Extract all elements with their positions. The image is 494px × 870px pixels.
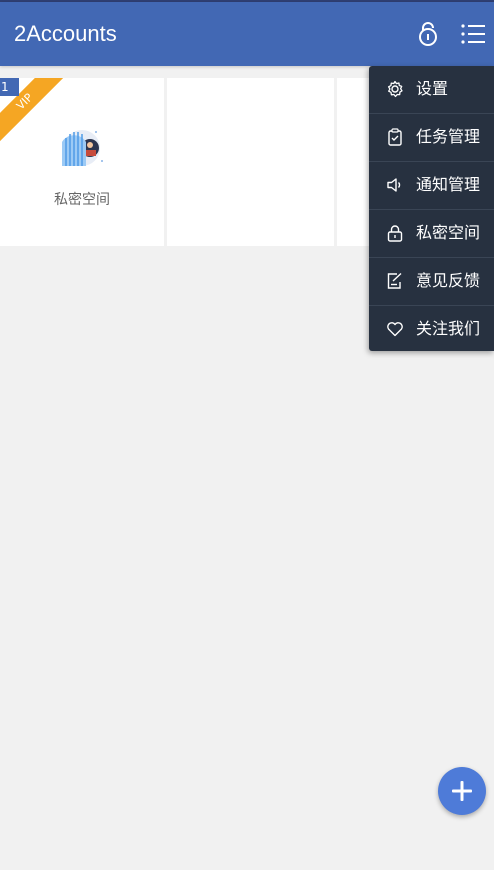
menu-item-private-space[interactable]: 私密空间 (369, 210, 494, 258)
clipboard-icon (388, 128, 402, 146)
gear-icon (387, 80, 403, 98)
overflow-menu: 设置 任务管理 通知管理 私密空间 意见反馈 关注我们 (369, 66, 494, 351)
menu-item-label: 意见反馈 (416, 271, 481, 290)
empty-tile[interactable] (167, 78, 334, 246)
plus-icon (452, 781, 472, 801)
tile-label: 私密空间 (54, 192, 110, 208)
menu-item-settings[interactable]: 设置 (369, 66, 494, 114)
edit-note-icon (387, 272, 402, 289)
app-bar: 2Accounts (0, 2, 494, 66)
menu-item-label: 通知管理 (416, 175, 481, 194)
lock-icon (419, 22, 437, 46)
app-screen: 2Accounts VIP 1 私密空间 设置 任务管理 通知管理 私密空间 意… (0, 0, 494, 870)
slot-number-badge: 1 (0, 78, 19, 96)
menu-item-label: 设置 (416, 79, 449, 98)
list-menu-icon (461, 24, 485, 44)
speaker-icon (387, 178, 401, 192)
menu-button[interactable] (457, 18, 489, 50)
lock-icon (387, 225, 403, 242)
menu-item-feedback[interactable]: 意见反馈 (369, 258, 494, 306)
private-space-icon (62, 130, 103, 166)
lock-button[interactable] (412, 18, 444, 50)
add-app-button[interactable] (438, 767, 486, 815)
app-title: 2Accounts (14, 21, 117, 46)
menu-item-task-manager[interactable]: 任务管理 (369, 114, 494, 162)
menu-item-notification-manager[interactable]: 通知管理 (369, 162, 494, 210)
menu-item-follow-us[interactable]: 关注我们 (369, 306, 494, 351)
private-space-tile[interactable]: VIP 1 私密空间 (0, 78, 164, 246)
menu-item-label: 私密空间 (416, 223, 481, 242)
heart-icon (387, 322, 403, 337)
menu-item-label: 关注我们 (416, 319, 481, 338)
menu-item-label: 任务管理 (416, 127, 481, 146)
